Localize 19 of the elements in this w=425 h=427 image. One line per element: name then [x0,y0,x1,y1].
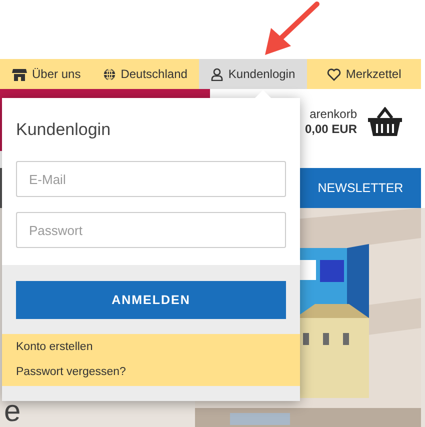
popup-title: Kundenlogin [16,120,112,140]
globe-icon [102,68,116,80]
nav-tab[interactable]: Deutschland [90,59,200,89]
hero-text: e [3,397,21,427]
input-field[interactable]: Passwort [16,212,286,248]
cart-total: 0,00 EUR [304,122,357,137]
heart-icon [326,68,341,80]
basket-icon[interactable] [367,107,403,137]
cart-label: arenkorb [310,107,357,122]
login-button[interactable]: ANMELDEN [16,281,286,319]
nav-tab[interactable]: Merkzettel [307,59,421,89]
nav-tab[interactable]: Über uns [0,59,91,89]
link[interactable]: Passwort vergessen? [16,364,126,380]
link[interactable]: Konto erstellen [16,339,93,355]
user-icon [211,68,224,80]
newsletter-button[interactable]: NEWSLETTER [300,168,421,208]
input-field[interactable]: E-Mail [16,161,286,197]
shop-icon [12,68,27,80]
nav-tab[interactable]: Kundenlogin [199,59,308,89]
